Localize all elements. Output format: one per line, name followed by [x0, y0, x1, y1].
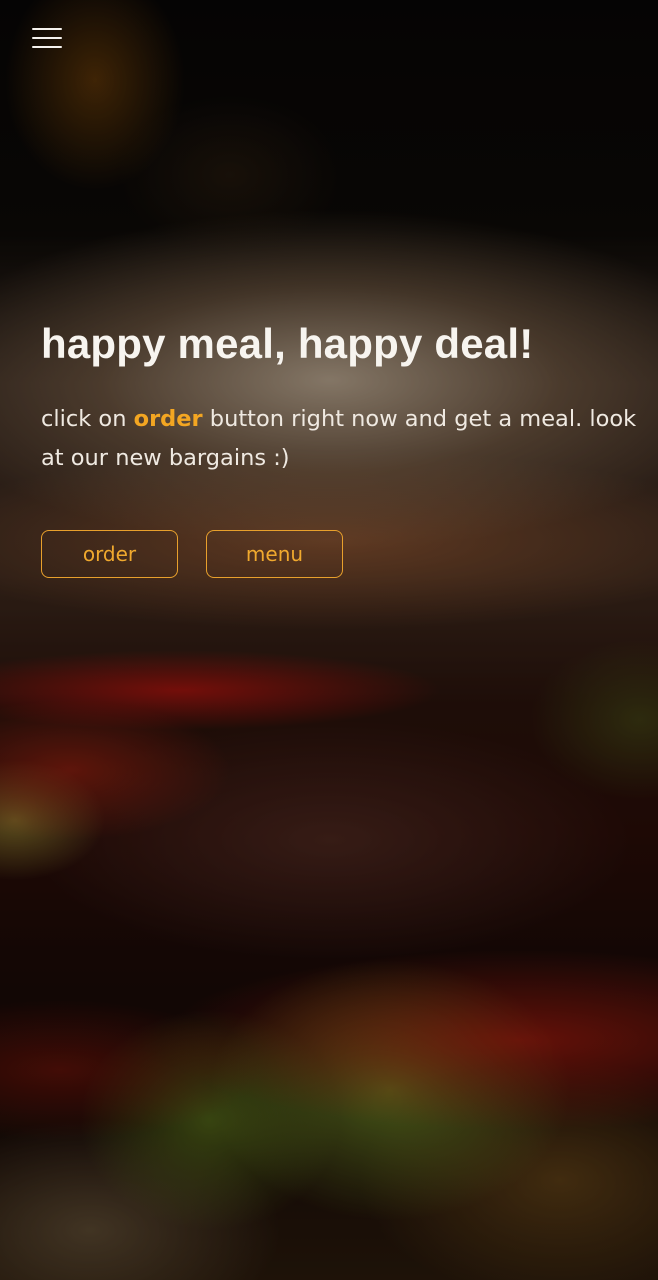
hamburger-menu-icon[interactable] — [30, 25, 66, 53]
order-button[interactable]: order — [41, 530, 178, 578]
hero-section: happy meal, happy deal! click on order b… — [41, 318, 636, 478]
hero-text-highlight: order — [133, 406, 203, 432]
menu-button[interactable]: menu — [206, 530, 343, 578]
menu-line — [32, 46, 62, 48]
background-overlay — [0, 0, 658, 1280]
hero-title: happy meal, happy deal! — [41, 320, 534, 367]
menu-line — [32, 37, 62, 39]
hero-actions: order menu — [41, 530, 343, 578]
hero-text-before: click on — [41, 406, 134, 432]
menu-line — [32, 28, 62, 30]
hero-description: click on order button right now and get … — [41, 400, 641, 478]
app-screen: happy meal, happy deal! click on order b… — [0, 0, 658, 1280]
